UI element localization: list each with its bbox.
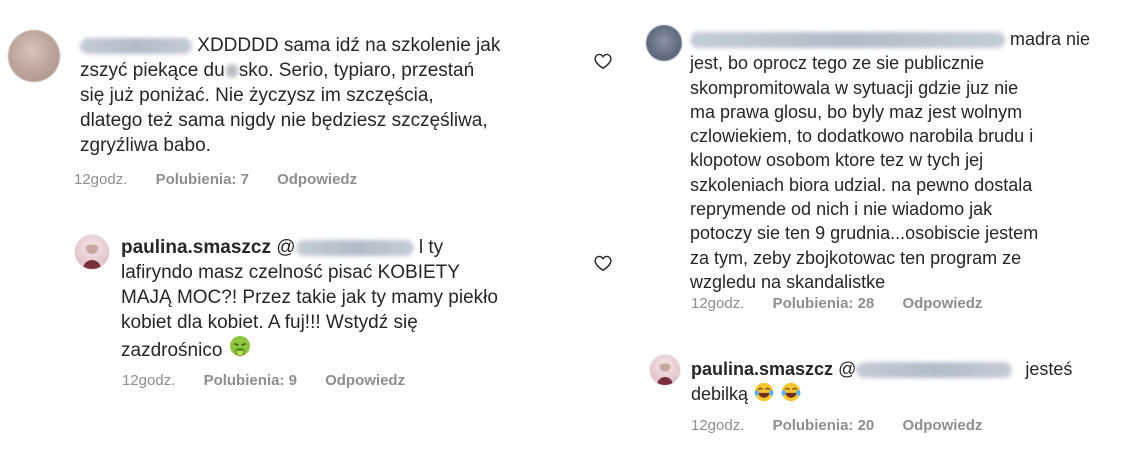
commenter-avatar[interactable] (8, 30, 60, 82)
heart-outline-icon[interactable] (594, 255, 612, 271)
comment-line: skompromitowala w sytuacji gdzie juz nie (690, 77, 1019, 98)
right-comment-panel: madra nie jest, bo oprocz tego ze sie pu… (630, 0, 1127, 458)
reply-meta: 12godz. Polubienia: 20 Odpowiedz (691, 417, 1006, 434)
comment-line: ma prawa glosu, bo byly maz jest wolnym (690, 101, 1023, 122)
reply-username[interactable]: paulina.smaszcz (691, 359, 833, 379)
comment-line: klopotow osobom ktore tez w tych jej (690, 150, 984, 171)
paulina-avatar[interactable] (74, 234, 110, 270)
reply-line: l ty (418, 237, 444, 258)
censored-smudge (225, 63, 238, 78)
reply-body: paulina.smaszcz @ l ty lafiryndo masz cz… (121, 235, 498, 363)
comment-meta: 12godz. Polubienia: 7 Odpowiedz (74, 171, 381, 188)
reply-body: paulina.smaszcz @ jesteś debilką (691, 357, 1072, 406)
comment-line: dlatego też sama nigdy nie będziesz szcz… (80, 110, 488, 131)
reply-timestamp[interactable]: 12godz. (691, 417, 744, 434)
reply-timestamp[interactable]: 12godz. (122, 372, 175, 389)
reply-line: lafiryndo masz czelność pisać KOBIETY (121, 262, 460, 283)
reply-meta: 12godz. Polubienia: 9 Odpowiedz (122, 372, 429, 389)
reply-button[interactable]: Odpowiedz (325, 372, 405, 389)
blurred-username[interactable] (80, 37, 192, 54)
comment-line: zszyć piekące du (80, 60, 225, 81)
comment-line: się już poniżać. Nie życzysz im szczęści… (80, 85, 434, 106)
reply-username[interactable]: paulina.smaszcz (121, 237, 271, 258)
comment-line: czlowiekiem, to dodatkowo narobila brudu… (690, 126, 1034, 147)
reply-line: zazdrośnico (121, 340, 223, 361)
reply-button[interactable]: Odpowiedz (902, 417, 982, 434)
comment-meta: 12godz. Polubienia: 28 Odpowiedz (691, 295, 1006, 312)
reply-button[interactable]: Odpowiedz (277, 171, 357, 188)
reply-likes[interactable]: Polubienia: 9 (204, 372, 297, 389)
comment-line: zgryźliwa babo. (80, 135, 211, 156)
face-with-tears-of-joy-emoji (754, 382, 774, 402)
comment-line: potoczy sie ten 9 grudnia...osobiscie je… (690, 223, 1039, 244)
reply-line: kobiet dla kobiet. A fuj!!! Wstydź się (121, 312, 418, 333)
blurred-username[interactable] (690, 32, 1005, 49)
comment-likes[interactable]: Polubienia: 28 (773, 295, 875, 312)
reply-line: MAJĄ MOC?! Przez takie jak ty mamy piekł… (121, 287, 498, 308)
comment-line: XDDDDD sama idź na szkolenie jak (197, 35, 501, 56)
reply-button[interactable]: Odpowiedz (902, 295, 982, 312)
reply-likes[interactable]: Polubienia: 20 (773, 417, 875, 434)
heart-outline-icon[interactable] (594, 53, 612, 69)
comment-line: madra nie (1010, 29, 1091, 49)
comment-timestamp[interactable]: 12godz. (74, 171, 127, 188)
comment-timestamp[interactable]: 12godz. (691, 295, 744, 312)
paulina-avatar[interactable] (649, 354, 681, 386)
mention-at: @ (276, 237, 296, 258)
comment-body: XDDDDD sama idź na szkolenie jak zszyć p… (80, 33, 500, 158)
commenter-avatar[interactable] (646, 25, 682, 61)
comment-line: za tym, zeby zbojkotowac ten program ze (690, 247, 1022, 268)
blurred-mention[interactable] (856, 362, 1013, 379)
reply-line: debilką (691, 384, 749, 404)
comment-body: madra nie jest, bo oprocz tego ze sie pu… (690, 27, 1090, 294)
left-comment-panel: XDDDDD sama idź na szkolenie jak zszyć p… (0, 0, 630, 458)
reply-line: jesteś (1025, 359, 1073, 379)
comment-line: jest, bo oprocz tego ze sie publicznie (690, 53, 985, 74)
comment-line: reprymende od nich i nie wiadomo jak (690, 199, 993, 220)
face-vomiting-emoji (229, 336, 250, 356)
comment-likes[interactable]: Polubienia: 7 (156, 171, 249, 188)
blurred-mention[interactable] (295, 239, 414, 256)
mention-at: @ (838, 359, 857, 379)
face-with-tears-of-joy-emoji (781, 382, 801, 402)
comment-line: szkoleniach biora udzial. na pewno dosta… (690, 174, 1033, 195)
comment-line: sko. Serio, typiaro, przestań (238, 60, 475, 81)
comment-line: wzgledu na skandalistke (690, 271, 886, 292)
